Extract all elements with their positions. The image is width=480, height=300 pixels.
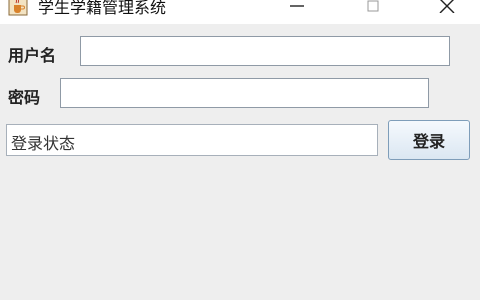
login-button[interactable]: 登录 xyxy=(388,120,470,160)
title-bar: 学生学籍管理系统 xyxy=(0,0,480,24)
close-icon xyxy=(439,0,455,13)
password-label: 密码 xyxy=(8,88,41,107)
window-title: 学生学籍管理系统 xyxy=(38,0,167,17)
java-cup-icon xyxy=(8,0,28,16)
minimize-icon xyxy=(290,5,304,7)
password-input[interactable] xyxy=(60,78,429,108)
minimize-button[interactable] xyxy=(282,0,312,16)
login-status-field: 登录状态 xyxy=(6,124,378,156)
maximize-button[interactable] xyxy=(358,0,388,16)
maximize-icon xyxy=(367,0,379,12)
username-label: 用户名 xyxy=(8,46,57,65)
close-button[interactable] xyxy=(432,0,462,16)
login-window: 学生学籍管理系统 用户名 密码 登录状态 登录 xyxy=(0,0,480,300)
username-input[interactable] xyxy=(80,36,450,66)
